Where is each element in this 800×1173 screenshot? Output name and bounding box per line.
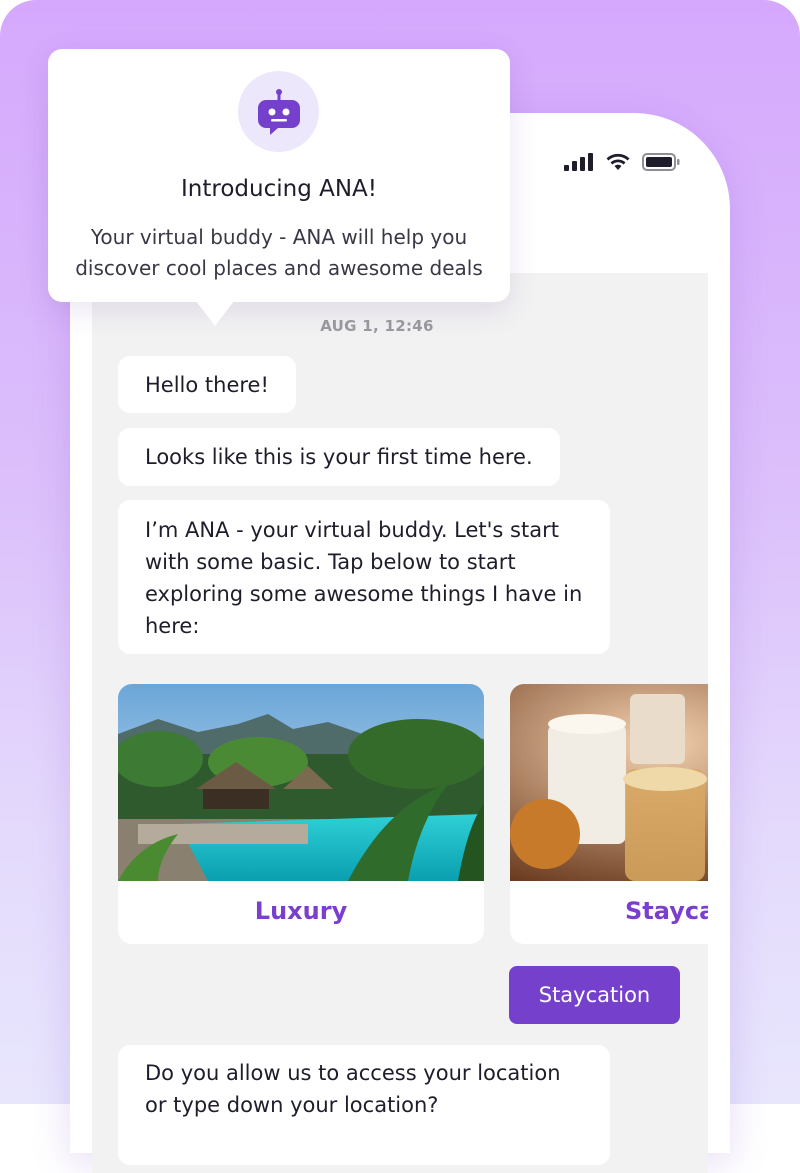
- bot-message: I’m ANA - your virtual buddy. Let's star…: [118, 500, 610, 654]
- intro-popup[interactable]: Introducing ANA! Your virtual buddy - AN…: [48, 49, 510, 326]
- candles-and-tea-image: [510, 684, 708, 881]
- popup-title: Introducing ANA!: [181, 176, 377, 202]
- bot-message: Looks like this is your first time here.: [118, 428, 560, 486]
- bot-message: Do you allow us to access your location …: [118, 1045, 610, 1165]
- popup-tail: [196, 301, 234, 326]
- popup-body-line: Your virtual buddy - ANA will help you: [90, 225, 468, 249]
- bot-avatar: [238, 71, 319, 152]
- card-label: Luxury: [254, 897, 348, 925]
- popup-body: Your virtual buddy - ANA will help you d…: [48, 222, 510, 284]
- robot-chat-icon: [257, 88, 300, 135]
- battery-icon: [642, 153, 680, 171]
- signal-icon: [564, 153, 593, 171]
- option-card-luxury[interactable]: Luxury: [118, 684, 484, 944]
- chat-screen[interactable]: AUG 1, 12:46 Hello there! Looks like thi…: [92, 273, 708, 1173]
- bot-message: Hello there!: [118, 356, 296, 413]
- wifi-icon: [606, 153, 630, 170]
- status-bar: [564, 151, 680, 173]
- chat-timestamp: AUG 1, 12:46: [320, 317, 434, 335]
- user-reply-bubble: Staycation: [509, 966, 680, 1024]
- card-label: Staycation: [625, 897, 708, 925]
- option-card-staycation[interactable]: Staycation: [510, 684, 708, 944]
- popup-body-line: discover cool places and awesome deals: [75, 256, 483, 280]
- tropical-pool-resort-image: [118, 684, 484, 881]
